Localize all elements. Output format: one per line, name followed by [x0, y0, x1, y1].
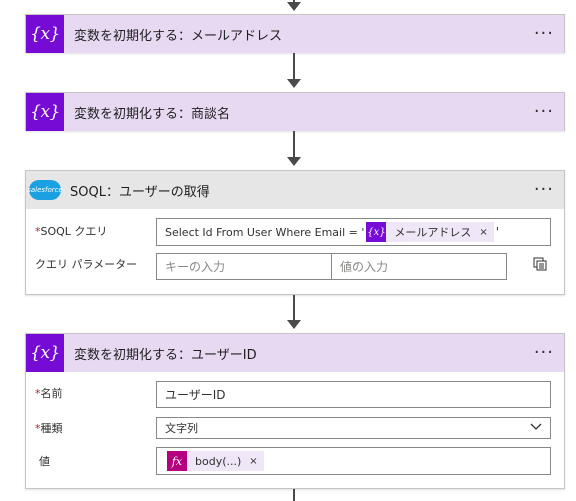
- param-key-input[interactable]: キーの入力: [156, 253, 332, 280]
- connector-line: [293, 489, 295, 501]
- card-title: 変数を初期化する：商談名: [74, 106, 231, 122]
- card-title: SOQL：ユーザーの取得: [70, 184, 210, 200]
- more-options-button[interactable]: ···: [534, 103, 554, 121]
- card-header[interactable]: {x} 変数を初期化する：商談名 ···: [26, 93, 564, 131]
- action-card-init-email[interactable]: {x} 変数を初期化する：メールアドレス ···: [25, 14, 565, 53]
- dynamic-content-token[interactable]: {x} メールアドレス ×: [366, 222, 494, 242]
- arrow-down-icon: [287, 157, 301, 166]
- salesforce-cloud-icon: salesforce: [27, 180, 63, 200]
- more-options-button[interactable]: ···: [534, 25, 554, 43]
- value-placeholder: 値の入力: [340, 260, 389, 274]
- query-text: Select Id From User Where Email = ': [165, 225, 365, 239]
- action-card-init-userid[interactable]: {x} 変数を初期化する：ユーザーID ··· *名前 ユーザーID *種類 文…: [25, 333, 565, 489]
- name-value: ユーザーID: [165, 388, 226, 402]
- variable-icon: {x}: [26, 334, 64, 372]
- card-header[interactable]: {x} 変数を初期化する：ユーザーID ···: [26, 334, 564, 372]
- switch-to-text-mode-icon[interactable]: [533, 257, 547, 271]
- soql-query-label: *SOQL クエリ: [35, 225, 108, 238]
- expression-fx-icon: fx: [167, 451, 187, 471]
- action-card-soql[interactable]: salesforce SOQL：ユーザーの取得 ··· *SOQL クエリ Se…: [25, 170, 565, 295]
- key-placeholder: キーの入力: [165, 260, 226, 274]
- token-label: body(...): [195, 454, 242, 468]
- connector-line: [293, 131, 295, 159]
- variable-icon: {x}: [366, 222, 387, 242]
- arrow-down-icon: [287, 79, 301, 88]
- variable-icon: {x}: [26, 93, 64, 131]
- salesforce-logo: salesforce: [26, 171, 64, 209]
- value-input[interactable]: fx body(...) ×: [156, 447, 551, 475]
- query-suffix: ': [495, 225, 500, 239]
- name-input[interactable]: ユーザーID: [156, 381, 551, 408]
- name-label: *名前: [35, 387, 63, 400]
- variable-icon: {x}: [26, 15, 64, 53]
- arrow-down-icon: [287, 320, 301, 329]
- remove-token-icon[interactable]: ×: [249, 456, 257, 467]
- connector-line: [293, 295, 295, 322]
- connector-line: [293, 53, 295, 81]
- more-options-button[interactable]: ···: [534, 181, 554, 199]
- card-title: 変数を初期化する：メールアドレス: [74, 28, 283, 44]
- expression-token[interactable]: fx body(...) ×: [167, 451, 264, 471]
- more-options-button[interactable]: ···: [534, 344, 554, 362]
- soql-query-input[interactable]: Select Id From User Where Email = ' {x} …: [156, 218, 551, 246]
- arrow-down-icon: [287, 2, 301, 11]
- type-label: *種類: [35, 422, 63, 435]
- query-params-label: クエリ パラメーター: [35, 258, 138, 271]
- token-label: メールアドレス: [394, 226, 472, 239]
- value-label: 値: [39, 455, 50, 468]
- card-title: 変数を初期化する：ユーザーID: [74, 347, 257, 363]
- card-header[interactable]: salesforce SOQL：ユーザーの取得 ···: [26, 171, 564, 209]
- type-select[interactable]: 文字列: [156, 417, 551, 439]
- action-card-init-deal[interactable]: {x} 変数を初期化する：商談名 ···: [25, 92, 565, 131]
- chevron-down-icon: [530, 423, 542, 430]
- card-header[interactable]: {x} 変数を初期化する：メールアドレス ···: [26, 15, 564, 53]
- type-value: 文字列: [165, 422, 198, 435]
- remove-token-icon[interactable]: ×: [479, 227, 487, 238]
- param-value-input[interactable]: 値の入力: [331, 253, 507, 280]
